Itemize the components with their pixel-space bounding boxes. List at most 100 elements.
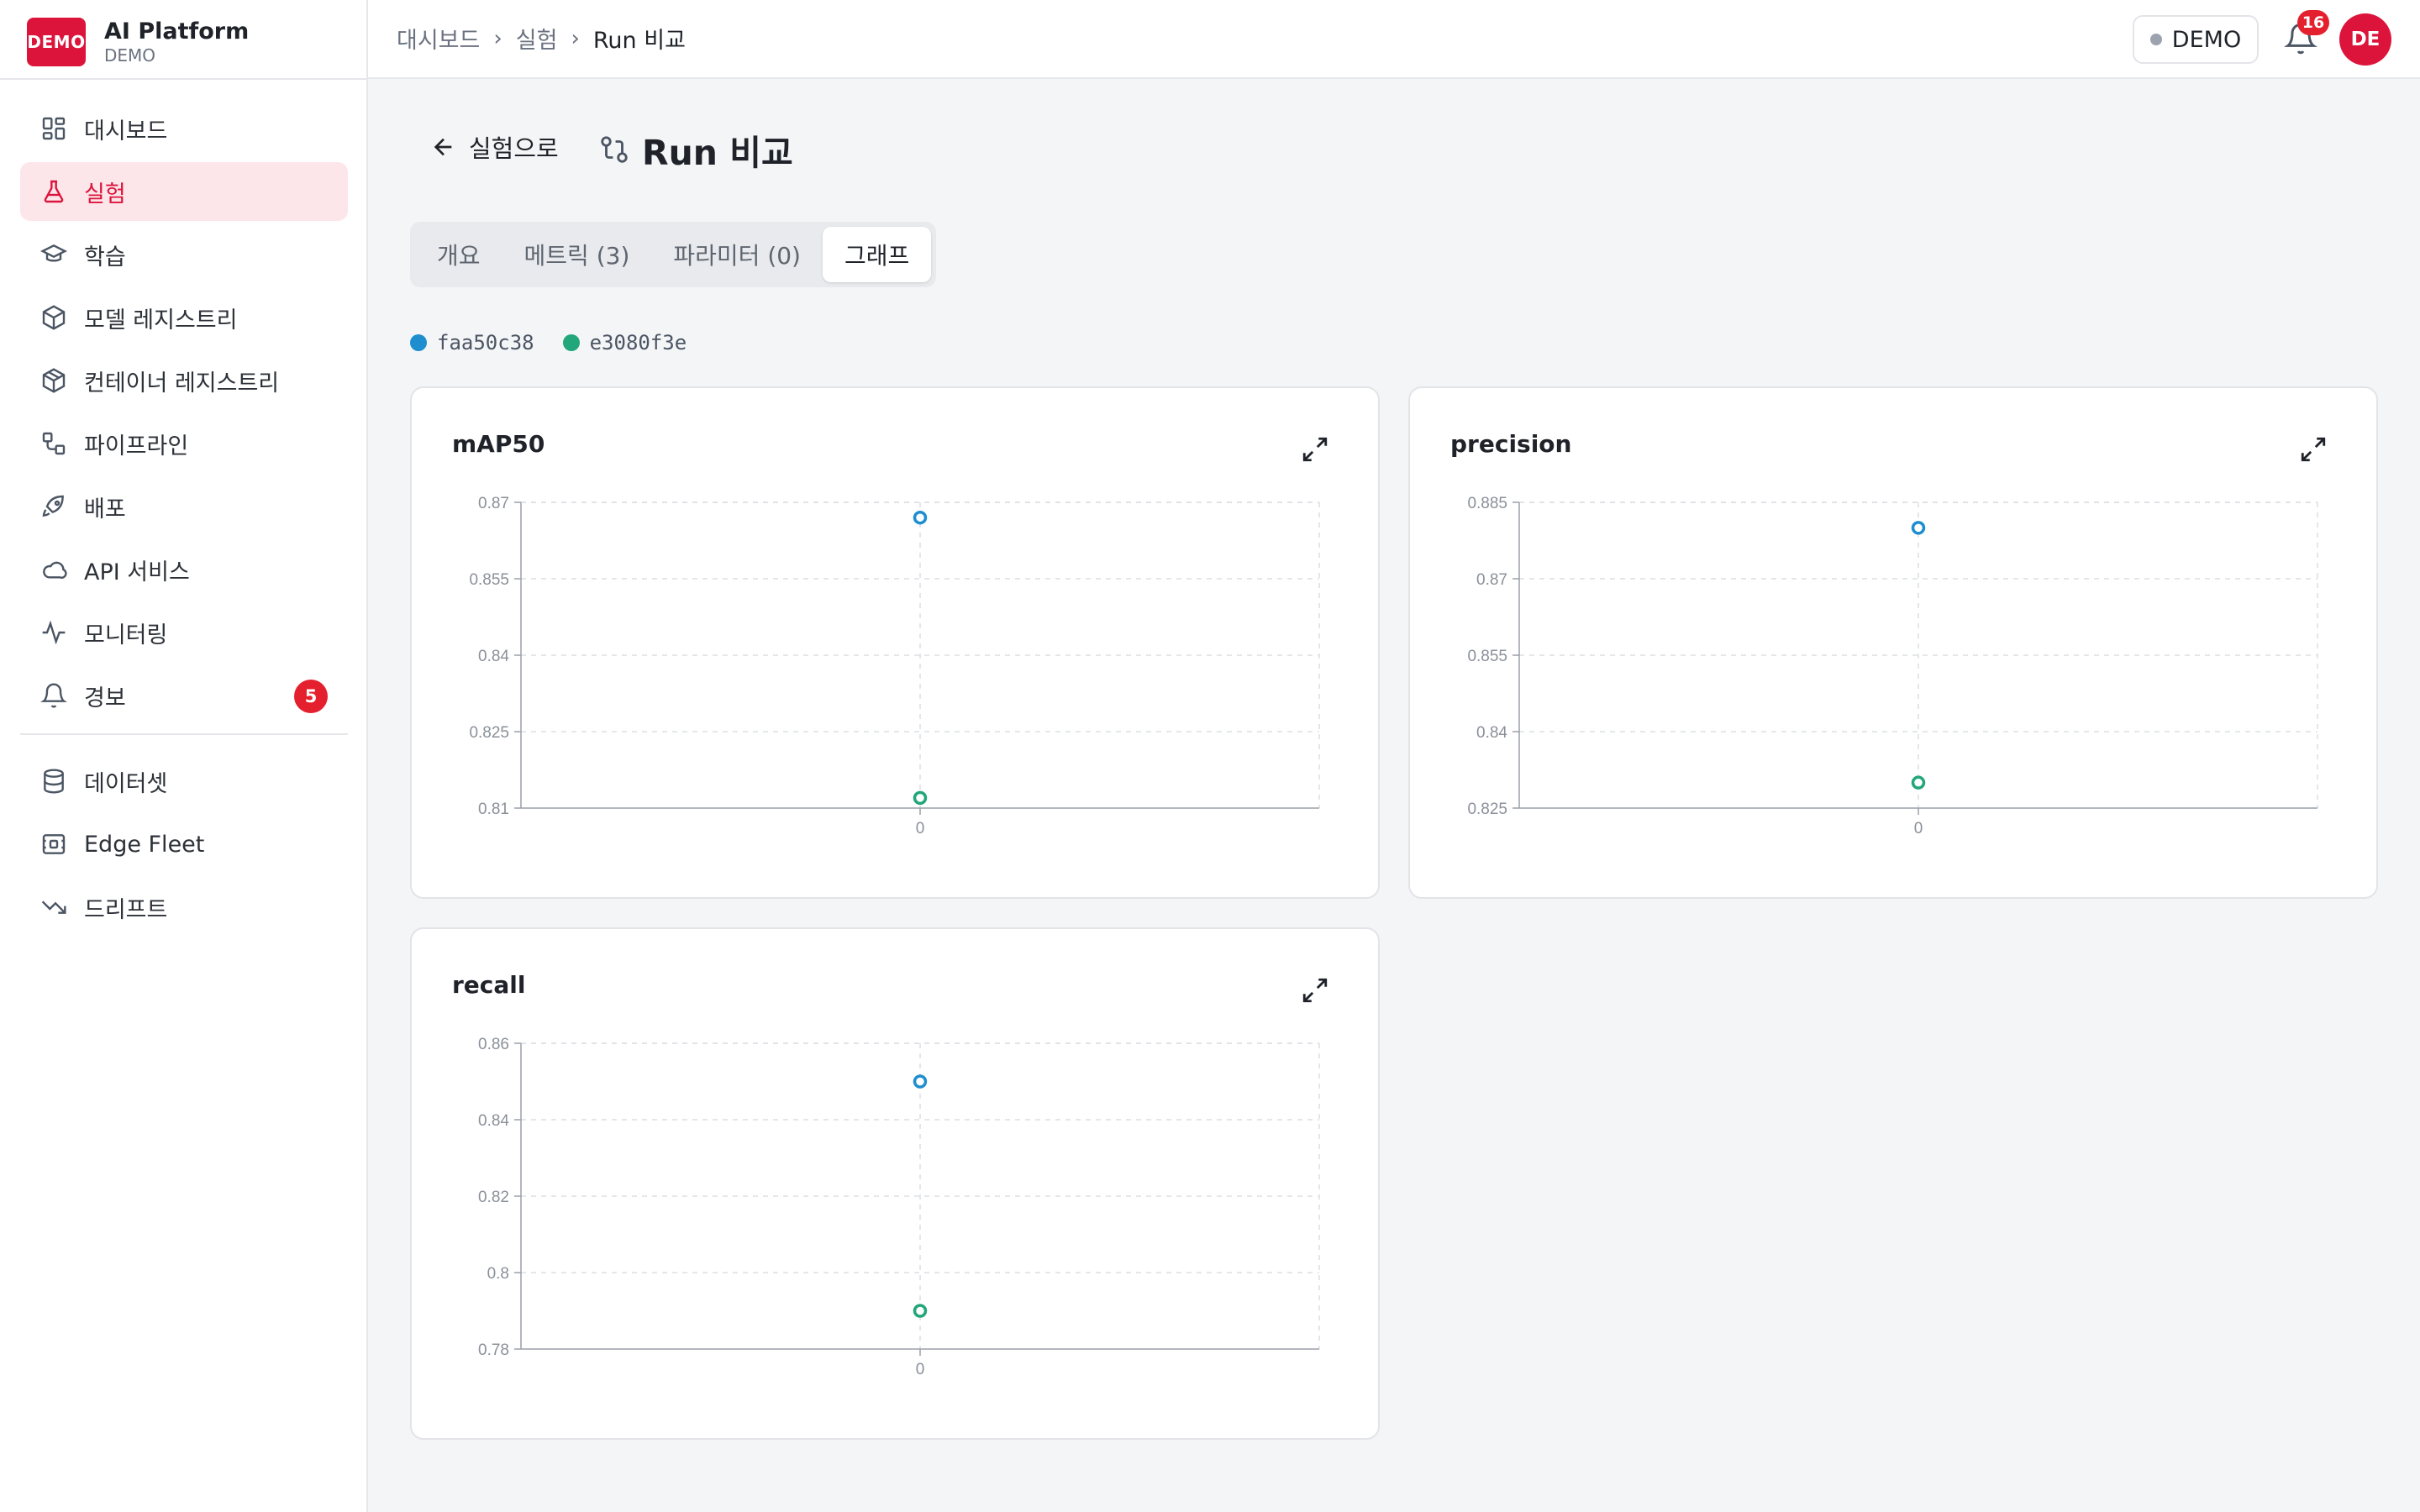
sidebar: DEMO AI Platform DEMO 대시보드 실험 학습 모델 레지스트… xyxy=(0,0,368,1512)
y-tick-label: 0.84 xyxy=(1476,724,1507,742)
legend-item: e3080f3e xyxy=(562,331,687,354)
brand-logo: DEMO xyxy=(27,18,86,66)
back-to-experiments-link[interactable]: 실험으로 xyxy=(430,129,559,165)
sidebar-item-label: 파이프라인 xyxy=(84,433,189,459)
tab-bar: 개요 메트릭 (3) 파라미터 (0) 그래프 xyxy=(410,222,937,287)
topbar: 대시보드 › 실험 › Run 비교 DEMO xyxy=(368,0,2420,79)
graduation-cap-icon xyxy=(39,239,69,270)
nav-divider xyxy=(20,733,348,735)
breadcrumb-current: Run 비교 xyxy=(592,28,686,54)
chart-map50: 0.87 0.855 0.84 0.825 0.81 0 xyxy=(469,495,1320,837)
back-label: 실험으로 xyxy=(469,134,559,163)
y-tick-label: 0.84 xyxy=(478,1112,509,1130)
data-point-e3080f3e[interactable] xyxy=(913,1304,928,1318)
tab-overview[interactable]: 개요 xyxy=(415,227,502,282)
notifications-count-badge: 16 xyxy=(2297,10,2329,35)
arrow-left-icon xyxy=(434,138,452,156)
y-tick-label: 0.86 xyxy=(478,1036,509,1053)
sidebar-item-label: 컨테이너 레지스트리 xyxy=(84,370,280,396)
sidebar-item-label: 배포 xyxy=(84,496,126,522)
compare-icon xyxy=(601,136,628,163)
sidebar-item-label: API 서비스 xyxy=(84,559,190,585)
sidebar-item-alerts[interactable]: 경보 5 xyxy=(20,666,348,725)
x-tick-label: 0 xyxy=(916,820,925,837)
sidebar-item-label: 학습 xyxy=(84,244,126,270)
data-point-e3080f3e[interactable] xyxy=(913,790,928,806)
sidebar-item-label: 드리프트 xyxy=(84,896,168,923)
breadcrumb-dashboard[interactable]: 대시보드 xyxy=(397,22,480,55)
bell-icon xyxy=(39,680,69,711)
sidebar-item-label: 실험 xyxy=(84,181,126,207)
data-point-faa50c38[interactable] xyxy=(1911,521,1926,535)
sidebar-item-deploy[interactable]: 배포 xyxy=(20,477,348,536)
breadcrumb: 대시보드 › 실험 › Run 비교 xyxy=(397,22,686,55)
sidebar-item-experiments[interactable]: 실험 xyxy=(20,162,348,221)
sidebar-item-monitoring[interactable]: 모니터링 xyxy=(20,603,348,662)
page-title: Run 비교 xyxy=(598,124,793,175)
y-tick-label: 0.84 xyxy=(478,648,509,665)
sidebar-item-label: 경보 xyxy=(84,685,126,711)
chevron-right-icon: › xyxy=(571,25,580,51)
cloud-icon xyxy=(39,554,69,585)
flask-icon xyxy=(39,176,69,207)
sidebar-item-api-service[interactable]: API 서비스 xyxy=(20,540,348,599)
runs-legend: faa50c38 e3080f3e xyxy=(410,331,715,354)
database-icon xyxy=(39,766,69,796)
sidebar-item-label: 대시보드 xyxy=(84,118,168,144)
legend-label: e3080f3e xyxy=(589,331,687,354)
chart-card-precision: precision 0.885 0.87 0.855 0.84 0.825 0 xyxy=(1408,386,2378,899)
user-avatar[interactable]: DE xyxy=(2339,13,2391,66)
sidebar-item-pipeline[interactable]: 파이프라인 xyxy=(20,414,348,473)
y-tick-label: 0.82 xyxy=(478,1189,509,1206)
y-tick-label: 0.8 xyxy=(487,1265,509,1283)
brand-subtitle: DEMO xyxy=(104,45,156,66)
legend-swatch xyxy=(562,334,580,351)
chart-card-recall: recall 0.86 0.84 0.82 0.8 0.78 0 xyxy=(410,927,1380,1440)
x-tick-label: 0 xyxy=(1914,820,1923,837)
activity-icon xyxy=(39,617,69,648)
brand[interactable]: DEMO AI Platform DEMO xyxy=(27,17,249,67)
legend-swatch xyxy=(410,334,427,351)
tab-metrics[interactable]: 메트릭 (3) xyxy=(502,227,652,282)
x-tick-label: 0 xyxy=(916,1361,925,1378)
legend-label: faa50c38 xyxy=(437,331,534,354)
environment-selector[interactable]: DEMO xyxy=(2133,15,2259,64)
sidebar-item-training[interactable]: 학습 xyxy=(20,225,348,284)
container-icon xyxy=(39,365,69,396)
sidebar-nav: 대시보드 실험 학습 모델 레지스트리 컨테이너 레지스트리 파이프라인 배포 … xyxy=(20,99,348,941)
y-tick-label: 0.87 xyxy=(1476,571,1507,589)
sidebar-divider xyxy=(0,78,368,80)
sidebar-item-model-registry[interactable]: 모델 레지스트리 xyxy=(20,288,348,347)
y-tick-label: 0.855 xyxy=(469,571,509,589)
sidebar-item-label: Edge Fleet xyxy=(84,831,205,858)
status-dot xyxy=(2149,34,2162,45)
chart-recall: 0.86 0.84 0.82 0.8 0.78 0 xyxy=(478,1036,1320,1378)
y-tick-label: 0.81 xyxy=(478,801,509,818)
tab-parameters[interactable]: 파라미터 (0) xyxy=(651,227,823,282)
legend-item: faa50c38 xyxy=(410,331,534,354)
data-point-e3080f3e[interactable] xyxy=(1911,775,1926,790)
environment-label: DEMO xyxy=(2171,26,2242,53)
sidebar-item-container-registry[interactable]: 컨테이너 레지스트리 xyxy=(20,351,348,410)
sidebar-item-datasets[interactable]: 데이터셋 xyxy=(20,752,348,811)
sidebar-item-dashboard[interactable]: 대시보드 xyxy=(20,99,348,158)
y-tick-label: 0.855 xyxy=(1467,648,1507,665)
y-tick-label: 0.78 xyxy=(478,1341,509,1359)
box-icon xyxy=(39,302,69,333)
dashboard-icon xyxy=(39,113,69,144)
data-point-faa50c38[interactable] xyxy=(913,1074,928,1089)
sidebar-item-edge-fleet[interactable]: Edge Fleet xyxy=(20,815,348,874)
tab-graph[interactable]: 그래프 xyxy=(822,227,932,282)
brand-title: AI Platform xyxy=(104,18,250,45)
data-point-faa50c38[interactable] xyxy=(913,510,928,525)
sidebar-item-label: 모델 레지스트리 xyxy=(84,307,238,333)
y-tick-label: 0.825 xyxy=(1467,801,1507,818)
sidebar-item-label: 모니터링 xyxy=(84,622,168,648)
trending-down-icon xyxy=(39,892,69,922)
breadcrumb-experiments[interactable]: 실험 xyxy=(516,22,558,55)
rocket-icon xyxy=(39,491,69,522)
sidebar-item-drift[interactable]: 드리프트 xyxy=(20,878,348,937)
edge-device-icon xyxy=(39,829,69,859)
pipeline-icon xyxy=(39,428,69,459)
page-title-text: Run 비교 xyxy=(642,133,793,173)
